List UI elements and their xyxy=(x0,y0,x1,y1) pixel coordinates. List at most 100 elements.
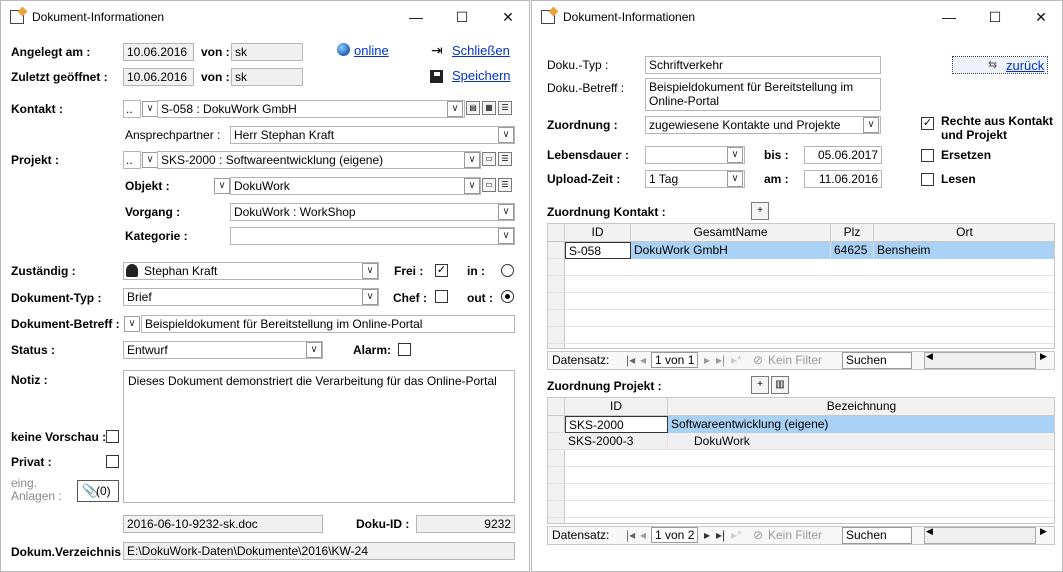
ansprech-chevron-down-icon[interactable]: ∨ xyxy=(498,127,514,143)
in-radio[interactable] xyxy=(501,264,514,277)
col-id-header[interactable]: ID xyxy=(565,224,631,242)
projekt-list-icon[interactable]: ☰ xyxy=(498,152,512,166)
lesen-checkbox[interactable] xyxy=(921,173,934,186)
kontakt-open-icon[interactable]: ▤ xyxy=(466,101,480,115)
new-record-icon[interactable]: ▸* xyxy=(731,528,742,542)
vorschau-checkbox[interactable] xyxy=(106,430,119,443)
angelegt-von-field[interactable]: sk xyxy=(231,43,303,61)
projekt-chevron-down-icon[interactable]: ∨ xyxy=(464,152,480,168)
filter-icon[interactable]: ⊘ xyxy=(753,353,763,367)
upload-chevron-down-icon[interactable]: ∨ xyxy=(727,171,743,187)
last-record-icon[interactable]: ▸| xyxy=(716,353,725,367)
last-record-icon[interactable]: ▸| xyxy=(716,528,725,542)
geoeffnet-von-field[interactable]: sk xyxy=(231,68,303,86)
record-position[interactable]: 1 von 1 xyxy=(651,352,699,368)
cell-bezeichnung[interactable]: DokuWork xyxy=(668,433,1054,450)
notiz-textarea[interactable]: Dieses Dokument demonstriert die Verarbe… xyxy=(123,370,515,503)
betreff-field[interactable]: Beispieldokument für Bereitstellung im O… xyxy=(645,78,881,111)
first-record-icon[interactable]: |◂ xyxy=(626,528,635,542)
objekt-chevron-down-icon[interactable]: ∨ xyxy=(464,178,480,194)
frei-checkbox[interactable]: ✓ xyxy=(435,264,448,277)
vorgang-combobox[interactable]: DokuWork : WorkShop xyxy=(230,203,515,221)
filter-label[interactable]: Kein Filter xyxy=(768,528,822,542)
cell-bezeichnung[interactable]: Softwareentwicklung (eigene) xyxy=(668,416,1054,433)
filter-icon[interactable]: ⊘ xyxy=(753,528,763,542)
col-gesamtname-header[interactable]: GesamtName xyxy=(631,224,831,242)
kontakt-combobox[interactable]: S-058 : DokuWork GmbH xyxy=(157,100,465,118)
first-record-icon[interactable]: |◂ xyxy=(626,353,635,367)
minimize-button[interactable]: — xyxy=(926,1,972,33)
add-kontakt-icon[interactable]: + xyxy=(751,202,769,220)
objekt-combobox[interactable]: DokuWork xyxy=(230,177,481,195)
close-button[interactable]: ✕ xyxy=(485,1,529,33)
kontakt-prefix-chevron-down-icon[interactable]: ∨ xyxy=(142,101,158,117)
projekt-combobox[interactable]: SKS-2000 : Softwareentwicklung (eigene) xyxy=(157,151,481,169)
zustaendig-combobox[interactable]: Stephan Kraft xyxy=(123,262,379,280)
next-record-icon[interactable]: ▸ xyxy=(704,528,710,542)
open-book-icon[interactable]: ▥ xyxy=(771,376,789,394)
speichern-link[interactable]: Speichern xyxy=(452,68,511,83)
kategorie-chevron-down-icon[interactable]: ∨ xyxy=(498,228,514,244)
angelegt-date-field[interactable]: 10.06.2016 xyxy=(123,43,194,61)
lebensdauer-chevron-down-icon[interactable]: ∨ xyxy=(727,147,743,163)
maximize-button[interactable]: ☐ xyxy=(439,1,485,33)
doktyp-chevron-down-icon[interactable]: ∨ xyxy=(362,289,378,305)
doktyp-combobox[interactable]: Brief xyxy=(123,288,379,306)
geoeffnet-date-field[interactable]: 10.06.2016 xyxy=(123,68,194,86)
zuordnung-chevron-down-icon[interactable]: ∨ xyxy=(863,117,879,133)
scroll-right-icon[interactable]: ▶ xyxy=(1040,526,1047,537)
record-position[interactable]: 1 von 2 xyxy=(651,527,699,543)
cell-plz[interactable]: 64625 xyxy=(831,242,874,259)
verzeichnis-field[interactable]: E:\DokuWork-Daten\Dokumente\2016\KW-24 xyxy=(123,542,515,560)
col-plz-header[interactable]: Plz xyxy=(831,224,874,242)
table-row[interactable]: S-058 DokuWork GmbH 64625 Bensheim xyxy=(548,242,1054,259)
filter-label[interactable]: Kein Filter xyxy=(768,353,822,367)
zurueck-button[interactable]: ⇆ zurück xyxy=(952,56,1048,74)
prev-record-icon[interactable]: ◂ xyxy=(640,528,646,542)
zustaendig-chevron-down-icon[interactable]: ∨ xyxy=(362,263,378,279)
projekt-card-icon[interactable]: ▭ xyxy=(482,152,496,166)
add-projekt-icon[interactable]: + xyxy=(751,376,769,394)
online-link[interactable]: online xyxy=(354,43,389,58)
zurueck-link[interactable]: zurück xyxy=(1006,58,1044,73)
betreff-chevron-down-icon[interactable]: ∨ xyxy=(124,316,140,332)
zuordnung-combobox[interactable]: zugewiesene Kontakte und Projekte xyxy=(645,116,881,134)
kategorie-combobox[interactable] xyxy=(230,227,515,245)
col-ort-header[interactable]: Ort xyxy=(874,224,1054,242)
chef-checkbox[interactable] xyxy=(435,290,448,303)
objekt-prefix-chevron-down-icon[interactable]: ∨ xyxy=(214,178,230,194)
schliessen-link[interactable]: Schließen xyxy=(452,43,510,58)
prev-record-icon[interactable]: ◂ xyxy=(640,353,646,367)
horizontal-scrollbar[interactable] xyxy=(924,352,1036,369)
privat-checkbox[interactable] xyxy=(106,455,119,468)
scroll-right-icon[interactable]: ▶ xyxy=(1040,351,1047,362)
scroll-left-icon[interactable]: ◀ xyxy=(926,526,933,537)
objekt-list-icon[interactable]: ☰ xyxy=(498,178,512,192)
cell-id[interactable]: SKS-2000 xyxy=(565,416,668,433)
cell-gesamtname[interactable]: DokuWork GmbH xyxy=(631,242,831,259)
scroll-left-icon[interactable]: ◀ xyxy=(926,351,933,362)
dokuid-field[interactable]: 9232 xyxy=(416,515,515,533)
horizontal-scrollbar[interactable] xyxy=(924,527,1036,544)
out-radio[interactable] xyxy=(501,290,514,303)
dateiname-field[interactable]: 2016-06-10-9232-sk.doc xyxy=(123,515,323,533)
table-row[interactable]: SKS-2000 Softwareentwicklung (eigene) xyxy=(548,416,1054,433)
bis-date-field[interactable]: 05.06.2017 xyxy=(804,146,882,164)
cell-id[interactable]: SKS-2000-3 xyxy=(565,433,668,450)
betreff-field[interactable]: Beispieldokument für Bereitstellung im O… xyxy=(141,315,515,333)
new-record-icon[interactable]: ▸* xyxy=(731,353,742,367)
projekt-prefix-chevron-down-icon[interactable]: ∨ xyxy=(142,152,158,168)
objekt-card-icon[interactable]: ▭ xyxy=(482,178,496,192)
ansprechpartner-combobox[interactable]: Herr Stephan Kraft xyxy=(230,126,515,144)
cell-id[interactable]: S-058 xyxy=(565,242,631,259)
table-row[interactable]: SKS-2000-3 DokuWork xyxy=(548,433,1054,450)
typ-field[interactable]: Schriftverkehr xyxy=(645,56,881,74)
am-date-field[interactable]: 11.06.2016 xyxy=(804,170,882,188)
ersetzen-checkbox[interactable] xyxy=(921,149,934,162)
kontakt-prefix-button[interactable]: .. xyxy=(123,100,141,118)
vorgang-chevron-down-icon[interactable]: ∨ xyxy=(498,204,514,220)
search-input[interactable]: Suchen xyxy=(842,527,912,544)
search-input[interactable]: Suchen xyxy=(842,352,912,369)
kontakt-tree-icon[interactable]: ▦ xyxy=(482,101,496,115)
minimize-button[interactable]: — xyxy=(393,1,439,33)
